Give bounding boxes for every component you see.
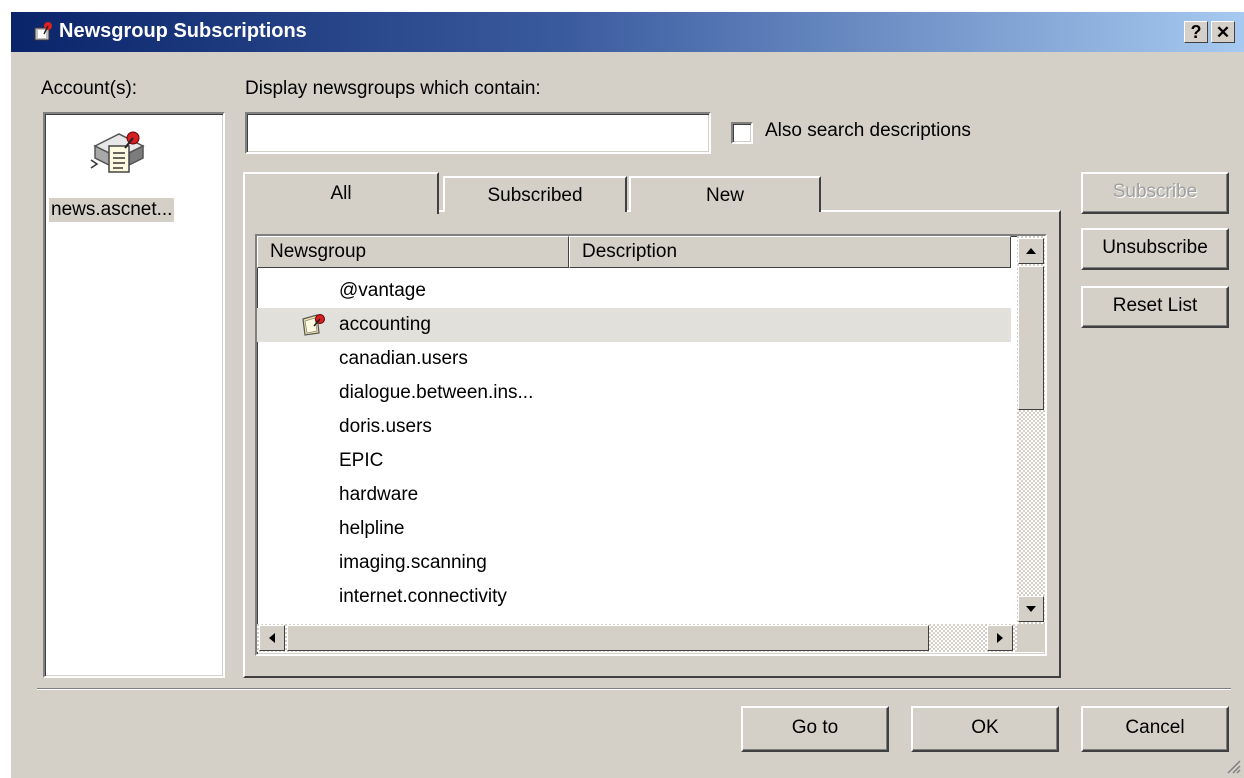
search-descriptions-label[interactable]: Also search descriptions xyxy=(765,120,971,142)
newsgroup-name: @vantage xyxy=(339,280,426,301)
cancel-button[interactable]: Cancel xyxy=(1081,706,1229,752)
resize-grip-icon[interactable] xyxy=(1225,758,1241,774)
column-header-newsgroup[interactable]: Newsgroup xyxy=(257,236,569,268)
news-server-icon xyxy=(90,131,145,173)
window-title: Newsgroup Subscriptions xyxy=(59,20,307,42)
unsubscribe-button[interactable]: Unsubscribe xyxy=(1081,228,1229,270)
newsgroup-subscriptions-dialog: Newsgroup Subscriptions ? ✕ Account(s): … xyxy=(10,12,1244,778)
newsgroup-name: dialogue.between.ins... xyxy=(339,382,534,403)
list-item[interactable]: doris.users xyxy=(257,410,1011,444)
newsgroup-name: imaging.scanning xyxy=(339,552,487,573)
subscribed-icon xyxy=(302,314,325,336)
tab-new[interactable]: New xyxy=(629,176,821,212)
newsgroup-name: accounting xyxy=(339,314,431,335)
newsgroup-name: doris.users xyxy=(339,416,432,437)
list-item[interactable]: EPIC xyxy=(257,444,1011,478)
newsgroup-name: EPIC xyxy=(339,450,384,471)
account-item[interactable]: news.ascnet... xyxy=(47,122,221,232)
newsgroup-name: helpline xyxy=(339,518,405,539)
list-item[interactable]: helpline xyxy=(257,512,1011,546)
arrow-left-icon xyxy=(269,633,275,643)
title-bar[interactable]: Newsgroup Subscriptions ? ✕ xyxy=(11,12,1244,52)
newsgroup-name: internet.connectivity xyxy=(339,586,507,607)
list-item[interactable]: hardware xyxy=(257,478,1011,512)
arrow-right-icon xyxy=(997,633,1003,643)
scrollbar-corner xyxy=(1017,624,1045,652)
newsgroup-search-input[interactable] xyxy=(245,112,711,154)
scroll-right-button[interactable] xyxy=(987,625,1013,651)
tab-all[interactable]: All xyxy=(243,172,439,214)
list-item[interactable]: canadian.users xyxy=(257,342,1011,376)
tab-subscribed[interactable]: Subscribed xyxy=(443,176,627,212)
vertical-scrollbar[interactable] xyxy=(1017,236,1045,624)
list-item[interactable]: @vantage xyxy=(257,274,1011,308)
search-label: Display newsgroups which contain: xyxy=(245,78,541,99)
scroll-up-button[interactable] xyxy=(1018,238,1044,264)
arrow-down-icon xyxy=(1026,606,1036,612)
scroll-down-button[interactable] xyxy=(1018,596,1044,622)
horizontal-scrollbar[interactable] xyxy=(257,624,1017,652)
accounts-label: Account(s): xyxy=(41,78,138,99)
close-button[interactable]: ✕ xyxy=(1211,21,1235,43)
newsgroup-list[interactable]: Newsgroup Description @vantage accountin… xyxy=(255,234,1047,656)
horizontal-scroll-thumb[interactable] xyxy=(287,625,929,651)
list-item[interactable]: imaging.scanning xyxy=(257,546,1011,580)
footer-separator xyxy=(37,688,1231,690)
subscribe-button[interactable]: Subscribe xyxy=(1081,172,1229,214)
scroll-left-button[interactable] xyxy=(259,625,285,651)
account-name: news.ascnet... xyxy=(49,198,175,222)
list-item[interactable]: internet.connectivity xyxy=(257,580,1011,614)
reset-list-button[interactable]: Reset List xyxy=(1081,286,1229,328)
column-header-description[interactable]: Description xyxy=(569,236,1011,268)
list-item[interactable]: dialogue.between.ins... xyxy=(257,376,1011,410)
vertical-scroll-thumb[interactable] xyxy=(1018,266,1044,410)
newsgroup-rows: @vantage accounting canadian.users dialo… xyxy=(257,268,1011,624)
close-icon: ✕ xyxy=(1215,23,1231,42)
list-item[interactable]: accounting xyxy=(257,308,1011,342)
newsgroup-name: canadian.users xyxy=(339,348,468,369)
newsgroup-app-icon xyxy=(34,22,52,41)
newsgroup-name: hardware xyxy=(339,484,419,505)
search-descriptions-checkbox[interactable] xyxy=(731,122,753,144)
arrow-up-icon xyxy=(1026,248,1036,254)
help-button[interactable]: ? xyxy=(1184,21,1208,43)
go-to-button[interactable]: Go to xyxy=(741,706,889,752)
accounts-list[interactable]: news.ascnet... xyxy=(43,112,225,678)
ok-button[interactable]: OK xyxy=(911,706,1059,752)
